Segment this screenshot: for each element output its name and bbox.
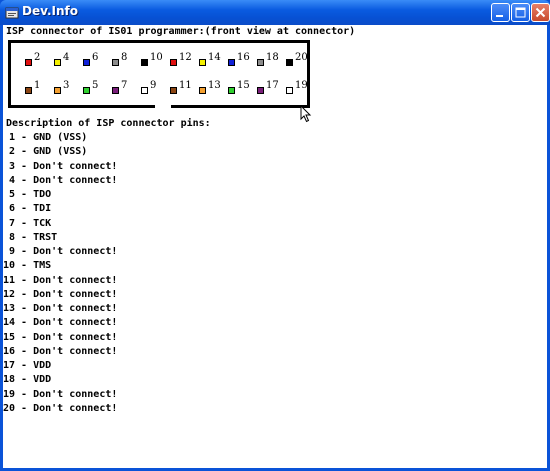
connector-pin-8: 8 [112, 52, 138, 69]
close-button[interactable] [531, 3, 550, 22]
connector-pin-12: 12 [170, 52, 196, 69]
window-title: Dev.Info [22, 4, 78, 18]
description-heading: Description of ISP connector pins: [6, 118, 211, 129]
pin-description-list: 1 - GND (VSS) 2 - GND (VSS) 3 - Don't co… [3, 131, 117, 416]
pin-description-item: 4 - Don't connect! [3, 174, 118, 186]
pin-color-swatch [25, 87, 32, 94]
pin-color-swatch [199, 59, 206, 66]
close-icon [535, 7, 546, 18]
pin-number: 16 [237, 52, 250, 63]
pin-color-swatch [54, 87, 61, 94]
pin-number: 3 [63, 80, 70, 91]
connector-pin-4: 4 [54, 52, 80, 69]
pin-description-item: 18 - VDD [3, 374, 52, 386]
pin-number: 20 [295, 52, 308, 63]
connector-pin-7: 7 [112, 80, 138, 97]
pin-description-item: 7 - TCK [3, 217, 52, 229]
pin-number: 7 [121, 80, 128, 91]
pin-number: 11 [179, 80, 192, 91]
pin-description-item: 14 - Don't connect! [3, 317, 118, 329]
isp-connector-diagram: 2 4 6 8 10 12 14 16 18 20 1 3 5 7 9 11 13 15 17 19 [8, 40, 310, 108]
connector-pin-3: 3 [54, 80, 80, 97]
pin-color-swatch [228, 59, 235, 66]
pin-number: 2 [34, 52, 41, 63]
pin-color-swatch [286, 87, 293, 94]
pin-color-swatch [25, 59, 32, 66]
title-bar[interactable]: Dev.Info [0, 0, 550, 25]
pin-number: 1 [34, 80, 41, 91]
connector-pin-2: 2 [25, 52, 51, 69]
pin-description-item: 9 - Don't connect! [3, 246, 118, 257]
pin-description-item: 15 - Don't connect! [3, 331, 118, 343]
pin-description-item: 8 - TRST [3, 231, 58, 243]
connector-pin-6: 6 [83, 52, 109, 69]
connector-pin-10: 10 [141, 52, 167, 69]
connector-pin-18: 18 [257, 52, 283, 69]
pin-description-item: 2 - GND (VSS) [3, 146, 88, 158]
connector-heading: ISP connector of IS01 programmer:(front … [6, 26, 356, 37]
connector-pin-14: 14 [199, 52, 225, 69]
pin-number: 19 [295, 80, 308, 91]
pin-color-swatch [141, 59, 148, 66]
pin-description-item: 16 - Don't connect! [3, 345, 118, 357]
pin-description-item: 12 - Don't connect! [3, 288, 118, 300]
pin-description-item: 11 - Don't connect! [3, 274, 118, 286]
connector-pin-9: 9 [141, 80, 167, 97]
pin-number: 6 [92, 52, 99, 63]
connector-pin-13: 13 [199, 80, 225, 97]
dev-info-window: Dev.Info ISP connector of IS01 programme… [0, 0, 550, 471]
pin-description-item: 17 - VDD [3, 360, 52, 371]
pin-number: 9 [150, 80, 157, 91]
pin-number: 4 [63, 52, 70, 63]
pin-color-swatch [257, 59, 264, 66]
maximize-icon [515, 7, 526, 18]
pin-color-swatch [83, 59, 90, 66]
pin-color-swatch [170, 87, 177, 94]
pin-color-swatch [199, 87, 206, 94]
connector-pin-20: 20 [286, 52, 312, 69]
pin-number: 10 [150, 52, 163, 63]
maximize-button[interactable] [511, 3, 530, 22]
pin-description-item: 6 - TDI [3, 203, 52, 215]
connector-pin-5: 5 [83, 80, 109, 97]
minimize-icon [496, 15, 503, 17]
connector-pin-19: 19 [286, 80, 312, 97]
pin-color-swatch [54, 59, 61, 66]
pin-color-swatch [170, 59, 177, 66]
connector-pin-15: 15 [228, 80, 254, 97]
pin-description-item: 5 - TDO [3, 189, 52, 200]
pin-color-swatch [286, 59, 293, 66]
pin-color-swatch [112, 87, 119, 94]
client-area: ISP connector of IS01 programmer:(front … [3, 25, 547, 468]
pin-color-swatch [83, 87, 90, 94]
pin-number: 8 [121, 52, 128, 63]
pin-color-swatch [257, 87, 264, 94]
mouse-cursor-icon [300, 105, 312, 123]
pin-number: 14 [208, 52, 221, 63]
pin-description-item: 1 - GND (VSS) [3, 132, 88, 143]
connector-pin-11: 11 [170, 80, 196, 97]
pin-number: 13 [208, 80, 221, 91]
connector-key-notch [155, 105, 171, 108]
window-app-icon[interactable] [5, 5, 19, 19]
pin-description-item: 3 - Don't connect! [3, 160, 118, 172]
pin-description-item: 19 - Don't connect! [3, 388, 118, 400]
pin-description-item: 10 - TMS [3, 260, 52, 272]
pin-description-item: 13 - Don't connect! [3, 303, 118, 314]
pin-number: 15 [237, 80, 250, 91]
pin-color-swatch [228, 87, 235, 94]
pin-color-swatch [141, 87, 148, 94]
connector-pin-1: 1 [25, 80, 51, 97]
pin-number: 12 [179, 52, 192, 63]
connector-pin-17: 17 [257, 80, 283, 97]
pin-color-swatch [112, 59, 119, 66]
minimize-button[interactable] [491, 3, 510, 22]
pin-description-item: 20 - Don't connect! [3, 402, 118, 414]
pin-number: 17 [266, 80, 279, 91]
pin-number: 5 [92, 80, 99, 91]
pin-number: 18 [266, 52, 279, 63]
connector-pin-16: 16 [228, 52, 254, 69]
